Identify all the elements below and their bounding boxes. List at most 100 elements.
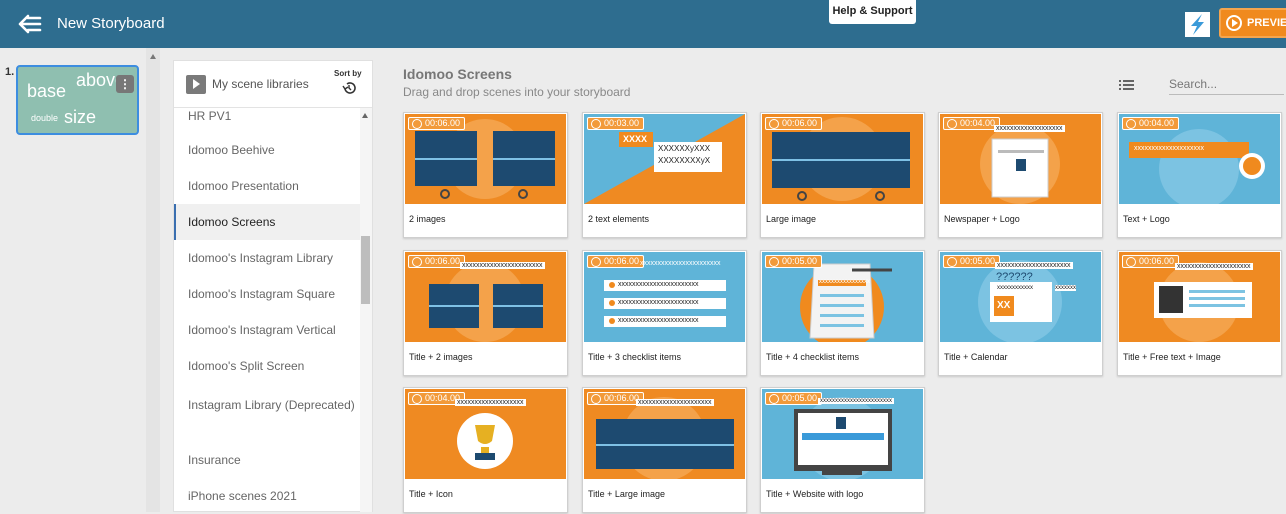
scroll-up-icon[interactable] bbox=[150, 54, 156, 59]
scene-label: Title + 3 checklist items bbox=[588, 352, 681, 362]
library-item[interactable]: Idomoo's Instagram Library bbox=[174, 240, 360, 276]
library-list: HR PV1 Idomoo Beehive Idomoo Presentatio… bbox=[174, 108, 360, 514]
scene-text: xxxxxxxxxxxxxxxxxxxxxxxx bbox=[818, 398, 894, 404]
scene-text: XXXXXXyXXX bbox=[658, 144, 711, 153]
page-title: Idomoo Screens bbox=[403, 66, 512, 82]
scene-thumbnail: 00:05.00 xxxxxxxxxxxxxxxxx bbox=[762, 252, 923, 342]
scene-thumbnail: 00:03.00 XXXX XXXXXXyXXX XXXXXXXXyX bbox=[584, 114, 745, 204]
scene-text: XX bbox=[997, 300, 1011, 311]
slide-thumbnail[interactable]: base above double size ⋮ bbox=[16, 65, 139, 135]
library-item[interactable]: Idomoo's Split Screen bbox=[174, 348, 360, 384]
library-item[interactable]: Idomoo Presentation bbox=[174, 168, 360, 204]
scene-card[interactable]: 00:06.00 Large image bbox=[760, 112, 925, 238]
library-item[interactable]: Idomoo Beehive bbox=[174, 132, 360, 168]
library-title: My scene libraries bbox=[212, 77, 309, 91]
scene-text: xxxxxxxxxxxxxxxxxxxx bbox=[1134, 145, 1204, 152]
scene-card[interactable]: 00:05.00 xxxxxxxxxxxxxxxxxxxxx ?????? xx… bbox=[938, 250, 1103, 376]
scene-label: 2 images bbox=[409, 214, 446, 224]
library-item[interactable]: Insurance bbox=[174, 442, 360, 478]
storyboard-scrollbar[interactable] bbox=[146, 48, 160, 512]
scene-text: xxxxxxxxxxxxxxxxxxx bbox=[455, 399, 526, 406]
scene-text: xxxxxxxxxxxxxxxxxxxxx bbox=[636, 399, 714, 406]
duration-badge: 00:04.00 bbox=[943, 117, 1001, 130]
scene-label: Title + Free text + Image bbox=[1123, 352, 1221, 362]
scene-text: xxxxxxxxxxxxxxxxx bbox=[819, 279, 870, 285]
scene-text: xxxxxxxxxxxxxxxxxxxxxxx bbox=[618, 317, 699, 324]
scene-thumbnail: 00:06.00 bbox=[762, 114, 923, 204]
scene-text: XXXX bbox=[623, 134, 648, 144]
list-view-icon[interactable] bbox=[1119, 79, 1134, 91]
scene-thumbnail: 00:06.00 xxxxxxxxxxxxxxxxxxxxx bbox=[1119, 252, 1280, 342]
scene-label: Newspaper + Logo bbox=[944, 214, 1020, 224]
duration-badge: 00:06.00 bbox=[587, 255, 645, 268]
scene-thumbnail: 00:04.00 xxxxxxxxxxxxxxxxxxx bbox=[405, 389, 566, 479]
scene-card[interactable]: 00:06.00 xxxxxxxxxxxxxxxxxxxxx Title + F… bbox=[1117, 250, 1282, 376]
page-subtitle: Drag and drop scenes into your storyboar… bbox=[403, 85, 631, 99]
scene-label: Title + Icon bbox=[409, 489, 453, 499]
scene-text: xxxxxxxxxxxxxxxxxxxxxxx bbox=[618, 281, 699, 288]
scene-label: Title + 4 checklist items bbox=[766, 352, 859, 362]
scene-text: ?????? bbox=[996, 271, 1033, 283]
preview-button[interactable]: PREVIEW bbox=[1219, 8, 1286, 38]
scene-card[interactable]: 00:05.00 xxxxxxxxxxxxxxxxxxxxxxxx Title … bbox=[760, 387, 925, 513]
scene-text: xxxxxxxxxxxxxxxxxxxxx bbox=[995, 262, 1073, 269]
library-scrollbar[interactable] bbox=[360, 108, 372, 512]
back-arrow-icon[interactable] bbox=[18, 13, 42, 35]
scene-card[interactable]: 00:03.00 XXXX XXXXXXyXXX XXXXXXXXyX 2 te… bbox=[582, 112, 747, 238]
history-sort-icon[interactable] bbox=[342, 81, 356, 95]
scene-text: xxxxxxxxxxxxxxxxxxxxxxx bbox=[618, 299, 699, 306]
thumb-word: double bbox=[31, 113, 59, 123]
duration-badge: 00:05.00 bbox=[765, 255, 823, 268]
library-item[interactable]: iPhone scenes 2021 bbox=[174, 478, 360, 514]
scene-label: 2 text elements bbox=[588, 214, 650, 224]
scene-card[interactable]: 00:06.00 xxxxxxxxxxxxxxxxxxxxx Title + L… bbox=[582, 387, 747, 513]
library-item-active[interactable]: Idomoo Screens bbox=[174, 204, 360, 240]
scene-text: xxxxxxxxxxxxxxxxxxx bbox=[994, 125, 1065, 132]
thumb-word: base bbox=[27, 81, 67, 101]
search-input[interactable] bbox=[1169, 73, 1284, 95]
scene-card[interactable]: 00:06.00 xxxxxxxxxxxxxxxxxxxxxxx Title +… bbox=[403, 250, 568, 376]
scene-text: xxxxxxxxxxxxxxxxxxxxxxx bbox=[460, 262, 545, 269]
scene-label: Title + Website with logo bbox=[766, 489, 864, 499]
duration-badge: 00:06.00 bbox=[1122, 255, 1180, 268]
scroll-thumb[interactable] bbox=[361, 236, 370, 304]
video-library-icon bbox=[186, 75, 206, 94]
scene-label: Title + 2 images bbox=[409, 352, 473, 362]
sort-label: Sort by bbox=[334, 69, 362, 78]
scene-label: Title + Calendar bbox=[944, 352, 1008, 362]
scene-thumbnail: 00:04.00 xxxxxxxxxxxxxxxxxxxx bbox=[1119, 114, 1280, 204]
duration-badge: 00:04.00 bbox=[1122, 117, 1180, 130]
scene-card[interactable]: 00:04.00 xxxxxxxxxxxxxxxxxxx Newspaper +… bbox=[938, 112, 1103, 238]
thumb-word: size bbox=[64, 107, 97, 127]
app-logo-icon bbox=[1185, 12, 1210, 37]
scene-card[interactable]: 00:05.00 xxxxxxxxxxxxxxxxx Title + 4 che… bbox=[760, 250, 925, 376]
scene-text: xxxxxxx bbox=[1055, 285, 1076, 291]
scene-thumbnail: 00:05.00 xxxxxxxxxxxxxxxxxxxxx ?????? xx… bbox=[940, 252, 1101, 342]
preview-label: PREVIEW bbox=[1247, 17, 1286, 29]
slide-menu-icon[interactable]: ⋮ bbox=[116, 75, 134, 93]
scene-card[interactable]: 00:04.00 xxxxxxxxxxxxxxxxxxx Title + Ico… bbox=[403, 387, 568, 513]
duration-badge: 00:06.00 bbox=[408, 255, 466, 268]
slide-number: 1. bbox=[5, 66, 15, 78]
scene-card[interactable]: 00:04.00 xxxxxxxxxxxxxxxxxxxx Text + Log… bbox=[1117, 112, 1282, 238]
library-panel: My scene libraries Sort by HR PV1 Idomoo… bbox=[173, 60, 373, 512]
scene-card[interactable]: 00:06.00 xxxxxxxxxxxxxxxxxxxxxxx xxxxxxx… bbox=[582, 250, 747, 376]
library-item[interactable]: Idomoo's Instagram Vertical bbox=[174, 312, 360, 348]
duration-badge: 00:06.00 bbox=[408, 117, 466, 130]
top-bar: New Storyboard Help & Support PREVIEW bbox=[0, 0, 1286, 48]
storyboard-title[interactable]: New Storyboard bbox=[57, 15, 165, 32]
scene-text: xxxxxxxxxxxx bbox=[997, 285, 1033, 291]
scene-text: XXXXXXXXyX bbox=[658, 156, 711, 165]
library-header: My scene libraries Sort by bbox=[174, 61, 372, 108]
scene-label: Title + Large image bbox=[588, 489, 665, 499]
library-item[interactable]: Idomoo's Instagram Square bbox=[174, 276, 360, 312]
scene-card[interactable]: 00:06.00 2 images bbox=[403, 112, 568, 238]
library-item[interactable]: Instagram Library (Deprecated) bbox=[174, 384, 360, 442]
scene-thumbnail: 00:04.00 xxxxxxxxxxxxxxxxxxx bbox=[940, 114, 1101, 204]
duration-badge: 00:03.00 bbox=[587, 117, 645, 130]
scene-thumbnail: 00:06.00 xxxxxxxxxxxxxxxxxxxxxxx xxxxxxx… bbox=[584, 252, 745, 342]
library-item[interactable]: HR PV1 bbox=[174, 108, 360, 132]
scroll-up-icon[interactable] bbox=[362, 113, 368, 118]
help-support-tooltip[interactable]: Help & Support bbox=[829, 0, 916, 24]
duration-badge: 00:06.00 bbox=[765, 117, 823, 130]
